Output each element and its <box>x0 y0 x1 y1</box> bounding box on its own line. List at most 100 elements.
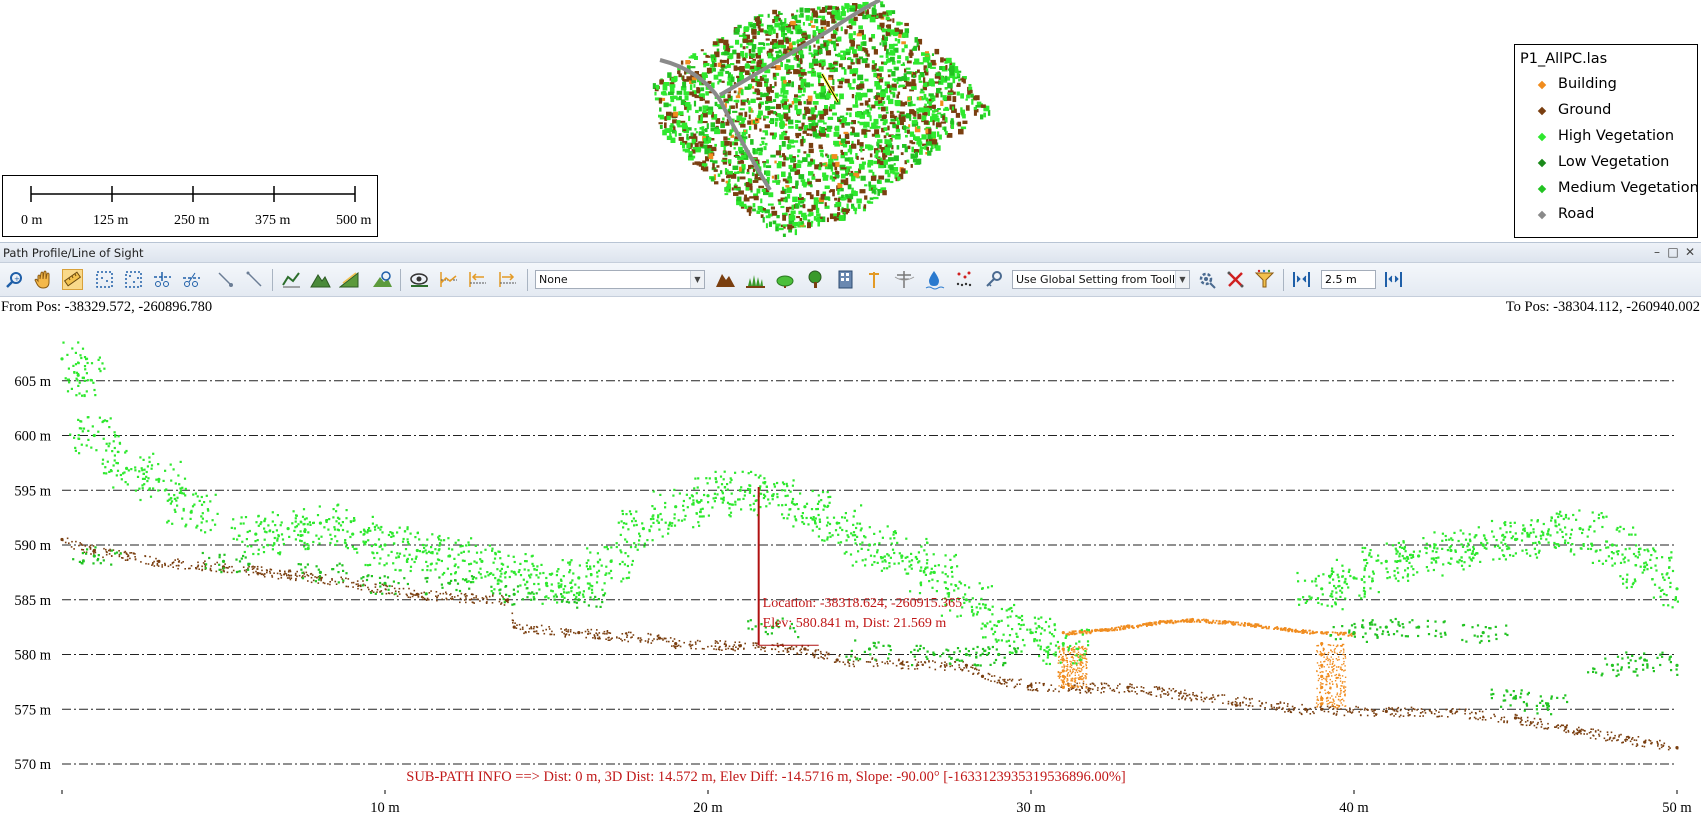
water-icon[interactable] <box>924 269 945 290</box>
chevron-down-icon[interactable]: ▼ <box>690 271 704 288</box>
ground-point <box>307 575 310 577</box>
building-wall-point <box>1070 661 1073 663</box>
building-point <box>1309 629 1311 632</box>
ground-point <box>1557 727 1560 729</box>
maximize-button[interactable]: □ <box>1666 245 1680 260</box>
ground-point <box>134 556 136 558</box>
map-view[interactable]: 0 m 125 m 250 m 375 m 500 m P1_AllPC.las… <box>0 0 1701 240</box>
ground-point <box>1286 705 1289 707</box>
map-point <box>728 159 732 164</box>
map-point <box>776 103 782 110</box>
map-point <box>909 131 915 137</box>
profile-chart-icon[interactable] <box>438 269 459 290</box>
scale-label: 250 m <box>174 213 210 228</box>
profile-chart[interactable]: 570 m575 m580 m585 m590 m595 m600 m605 m… <box>0 297 1701 818</box>
map-point <box>768 120 774 123</box>
close-button[interactable]: ✕ <box>1683 245 1697 260</box>
powerline-icon[interactable] <box>894 269 915 290</box>
shrub-icon[interactable] <box>775 269 796 290</box>
map-point <box>743 27 748 32</box>
map-point <box>725 180 728 184</box>
ground-data-point <box>415 592 419 596</box>
setting-dropdown[interactable]: Use Global Setting from Toolb ▼ <box>1012 270 1190 289</box>
map-point <box>734 142 739 146</box>
map-point <box>918 74 922 81</box>
slope-icon[interactable] <box>338 269 360 290</box>
mountain-icon[interactable] <box>715 269 736 290</box>
profile-line-icon[interactable] <box>281 269 302 290</box>
minimize-button[interactable]: – <box>1650 245 1664 260</box>
ground-point <box>1027 688 1029 691</box>
select-box-icon[interactable] <box>94 269 115 290</box>
building-point <box>1316 631 1318 633</box>
widen-width-icon[interactable] <box>1383 269 1404 290</box>
ground-point <box>1128 690 1131 693</box>
ground-point <box>590 628 593 631</box>
filter-icon[interactable] <box>1254 269 1275 290</box>
map-point <box>672 119 678 124</box>
clear-icon[interactable] <box>1225 269 1246 290</box>
map-point <box>774 160 777 164</box>
line-of-sight-icon[interactable] <box>409 269 430 290</box>
ground-point <box>1192 693 1194 696</box>
map-point <box>877 189 881 192</box>
step-forward-icon[interactable] <box>497 269 518 290</box>
grass-icon[interactable] <box>745 269 766 290</box>
ground-point <box>451 598 454 600</box>
measure-ruler-icon[interactable] <box>62 269 83 290</box>
ground-point <box>1373 710 1375 712</box>
cut-icon[interactable] <box>181 269 202 290</box>
ground-point <box>1435 709 1437 712</box>
noise-points-icon[interactable] <box>954 269 975 290</box>
building-wall-point <box>1320 661 1322 663</box>
pan-hand-icon[interactable] <box>33 269 54 290</box>
class-dropdown[interactable]: None ▼ <box>535 270 705 289</box>
ground-point <box>971 664 974 667</box>
ground-point <box>1543 727 1545 730</box>
map-point <box>840 11 846 17</box>
map-point <box>759 128 762 132</box>
narrow-width-icon[interactable] <box>1291 269 1312 290</box>
pointer-icon[interactable] <box>215 269 236 290</box>
high-vegetation-point <box>200 515 203 518</box>
profile-view[interactable]: 570 m 575 m 580 m 585 m 590 m 595 m 600 m 605 m… <box>0 297 1701 818</box>
zoom-icon[interactable]: + <box>4 269 25 290</box>
ground-point <box>1576 728 1578 730</box>
map-point <box>831 18 836 24</box>
ground-point <box>1526 716 1529 719</box>
ground-point <box>782 650 785 652</box>
ground-point <box>262 574 265 576</box>
pole-icon[interactable] <box>864 269 885 290</box>
terrain-icon[interactable] <box>310 269 331 290</box>
building-icon[interactable] <box>835 269 856 290</box>
slice-icon[interactable] <box>152 269 173 290</box>
ground-point <box>1398 715 1401 718</box>
terrain-search-icon[interactable] <box>372 269 393 290</box>
key-icon[interactable] <box>984 269 1005 290</box>
map-point <box>712 163 715 169</box>
scale-label: 0 m <box>21 213 43 228</box>
map-point <box>663 102 669 108</box>
ground-point <box>990 680 992 682</box>
ground-point <box>1614 734 1616 737</box>
line-tool-icon[interactable] <box>244 269 265 290</box>
chevron-down-icon[interactable]: ▼ <box>1175 271 1189 288</box>
profile-width-input[interactable]: 2.5 m <box>1321 270 1376 289</box>
map-point <box>766 96 772 102</box>
ground-point <box>125 552 128 554</box>
high-vegetation-point <box>267 524 270 527</box>
ground-point <box>876 665 879 667</box>
ground-point <box>1265 701 1267 704</box>
map-point <box>949 67 955 72</box>
tree-icon[interactable] <box>805 269 826 290</box>
building-wall-point <box>1063 652 1065 655</box>
settings-tools-icon[interactable] <box>1196 269 1217 290</box>
select-points-icon[interactable] <box>123 269 144 290</box>
map-point <box>700 49 704 52</box>
step-back-icon[interactable] <box>467 269 488 290</box>
map-point <box>765 105 771 111</box>
ground-point <box>603 630 606 633</box>
map-point <box>695 109 699 114</box>
high-vegetation-point <box>167 493 170 496</box>
ground-point <box>951 665 953 667</box>
